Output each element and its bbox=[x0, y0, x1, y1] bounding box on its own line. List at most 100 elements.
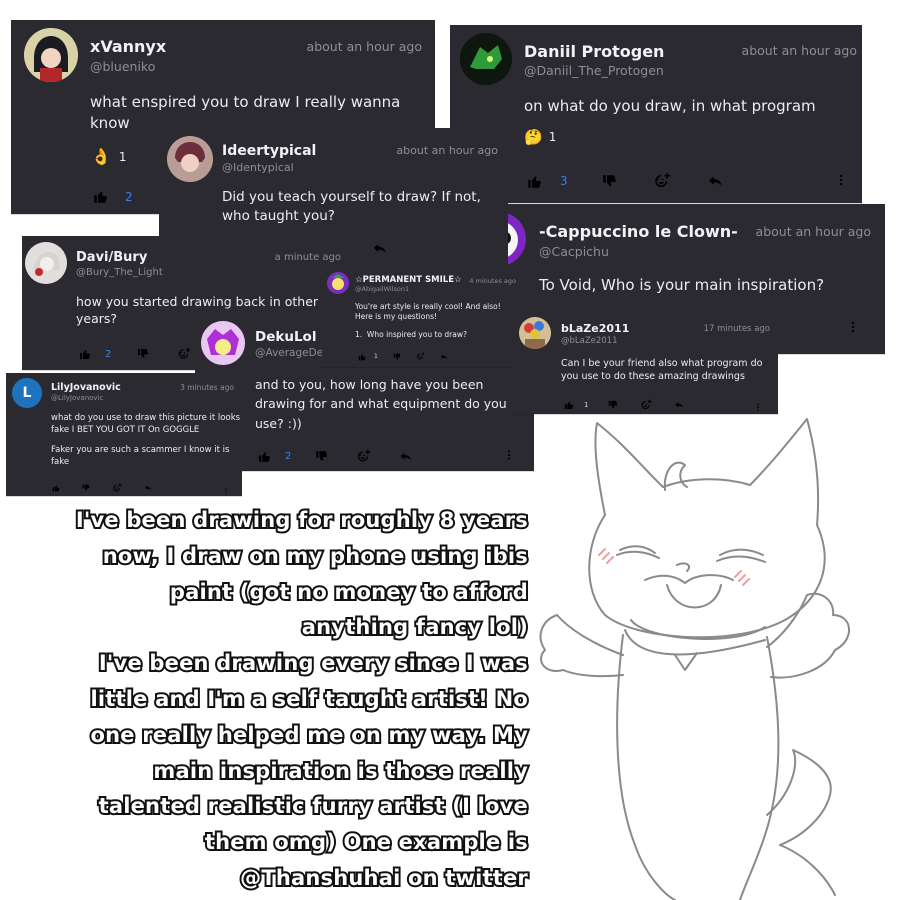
author-name[interactable]: Ideertypical bbox=[222, 143, 316, 159]
add-reaction-button[interactable] bbox=[112, 483, 122, 493]
dislike-button[interactable] bbox=[82, 484, 90, 492]
like-button[interactable] bbox=[93, 189, 108, 204]
more-vertical-icon bbox=[503, 448, 515, 462]
reply-button[interactable] bbox=[440, 353, 448, 361]
reaction-count: 1 bbox=[118, 149, 127, 164]
timestamp: about an hour ago bbox=[306, 39, 422, 54]
comment-text: what do you use to draw this picture it … bbox=[51, 413, 241, 435]
more-options-button[interactable] bbox=[834, 172, 848, 192]
author-handle: @Daniil_The_Protogen bbox=[524, 63, 664, 78]
add-reaction-button[interactable] bbox=[640, 399, 652, 411]
reply-icon bbox=[399, 450, 412, 463]
reply-icon bbox=[440, 353, 448, 361]
more-options-button[interactable] bbox=[846, 319, 860, 339]
add-reaction-icon bbox=[416, 352, 425, 361]
add-reaction-icon bbox=[177, 347, 191, 361]
like-button[interactable] bbox=[258, 450, 271, 463]
comment-card-permanent-smile: ☆PERMANENT SMILE☆ @AbigailWilson1 4 minu… bbox=[322, 267, 520, 367]
like-button[interactable] bbox=[564, 400, 574, 410]
comment-actions: 2 bbox=[258, 449, 412, 464]
reply-button[interactable] bbox=[399, 450, 412, 463]
reply-button[interactable] bbox=[144, 484, 152, 492]
comment-actions: 3 bbox=[527, 172, 723, 190]
answer-line: now, I draw on my phone using ibis bbox=[101, 542, 530, 570]
author-name[interactable]: Davi/Bury bbox=[76, 250, 147, 265]
like-button[interactable] bbox=[79, 348, 91, 360]
thumbs-up-icon bbox=[358, 353, 366, 361]
answer-line: @Thanshuhai on twitter bbox=[238, 864, 530, 892]
comment-card-daniil: Daniil Protogen @Daniil_The_Protogen abo… bbox=[450, 25, 862, 203]
more-vertical-icon bbox=[222, 485, 230, 496]
reaction-badge[interactable]: 🤔 1 bbox=[524, 128, 556, 146]
add-reaction-button[interactable] bbox=[653, 172, 671, 190]
dislike-button[interactable] bbox=[602, 174, 617, 189]
avatar[interactable] bbox=[167, 136, 213, 182]
dislike-button[interactable] bbox=[393, 353, 401, 361]
avatar-image bbox=[327, 272, 349, 294]
avatar[interactable] bbox=[519, 317, 551, 349]
like-count: 2 bbox=[285, 451, 292, 462]
add-reaction-button[interactable] bbox=[177, 347, 191, 361]
character-sketch bbox=[539, 418, 850, 900]
reaction-badge[interactable]: 👌 1 bbox=[91, 147, 127, 166]
author-name[interactable]: bLaZe2011 bbox=[561, 322, 629, 335]
dislike-button[interactable] bbox=[608, 400, 618, 410]
thumbs-up-icon bbox=[79, 348, 91, 360]
avatar-image bbox=[24, 28, 78, 82]
dislike-button[interactable] bbox=[137, 348, 149, 360]
comment-text: You're art style is really cool! And als… bbox=[355, 302, 501, 322]
author-handle: @Identypical bbox=[222, 161, 294, 174]
reply-button[interactable] bbox=[674, 400, 684, 410]
more-options-button[interactable] bbox=[503, 447, 515, 466]
more-options-button[interactable] bbox=[753, 398, 763, 414]
reaction-count: 1 bbox=[548, 130, 557, 144]
like-button[interactable] bbox=[527, 174, 542, 189]
comment-text: Can I be your friend also what program d… bbox=[561, 358, 763, 383]
comment-actions: 2 bbox=[93, 189, 133, 204]
thumbs-up-icon bbox=[52, 484, 60, 492]
author-handle: @Bury_The_Light bbox=[76, 267, 163, 278]
like-count: 3 bbox=[560, 174, 568, 188]
comment-text: on what do you draw, in what program bbox=[524, 97, 816, 115]
reaction-emoji: 👌 bbox=[91, 147, 111, 166]
answer-line: them omg) One example is bbox=[203, 828, 530, 856]
add-reaction-icon bbox=[356, 449, 371, 464]
timestamp: 17 minutes ago bbox=[703, 324, 770, 334]
comment-text: and to you, how long have you been drawi… bbox=[255, 377, 507, 431]
author-name[interactable]: -Cappuccino le Clown- bbox=[539, 222, 738, 241]
more-options-button[interactable] bbox=[222, 481, 230, 496]
like-button[interactable] bbox=[52, 484, 60, 492]
reply-button[interactable] bbox=[372, 241, 387, 256]
reply-icon bbox=[674, 400, 684, 410]
answer-line: one really helped me on my way. My bbox=[89, 721, 530, 749]
author-name[interactable]: DekuLol bbox=[255, 329, 316, 345]
like-count: 2 bbox=[105, 348, 112, 360]
like-button[interactable] bbox=[358, 353, 366, 361]
reply-icon bbox=[707, 173, 723, 189]
avatar-image bbox=[167, 136, 213, 182]
timestamp: about an hour ago bbox=[741, 43, 857, 58]
add-reaction-button[interactable] bbox=[356, 449, 371, 464]
avatar[interactable] bbox=[327, 272, 349, 294]
avatar[interactable] bbox=[24, 28, 78, 82]
dislike-button[interactable] bbox=[315, 450, 328, 463]
avatar[interactable] bbox=[460, 33, 512, 85]
author-name[interactable]: LilyJovanovic bbox=[51, 382, 121, 393]
like-count: 1 bbox=[584, 401, 589, 409]
thumbs-down-icon bbox=[393, 353, 401, 361]
avatar[interactable] bbox=[25, 242, 67, 284]
answer-line: I've been drawing every since I was bbox=[97, 649, 530, 677]
answer-text: I've been drawing for roughly 8 years no… bbox=[8, 503, 530, 897]
avatar[interactable]: L bbox=[12, 378, 42, 408]
comment-actions: 1 bbox=[564, 399, 684, 411]
more-vertical-icon bbox=[834, 172, 848, 188]
avatar-image bbox=[201, 321, 245, 365]
author-name[interactable]: Daniil Protogen bbox=[524, 42, 664, 61]
like-count: 1 bbox=[374, 353, 378, 360]
thumbs-up-icon bbox=[527, 174, 542, 189]
author-name[interactable]: ☆PERMANENT SMILE☆ bbox=[355, 275, 462, 285]
author-name[interactable]: xVannyx bbox=[90, 37, 166, 56]
reply-button[interactable] bbox=[707, 173, 723, 189]
add-reaction-button[interactable] bbox=[416, 352, 425, 361]
avatar[interactable] bbox=[201, 321, 245, 365]
